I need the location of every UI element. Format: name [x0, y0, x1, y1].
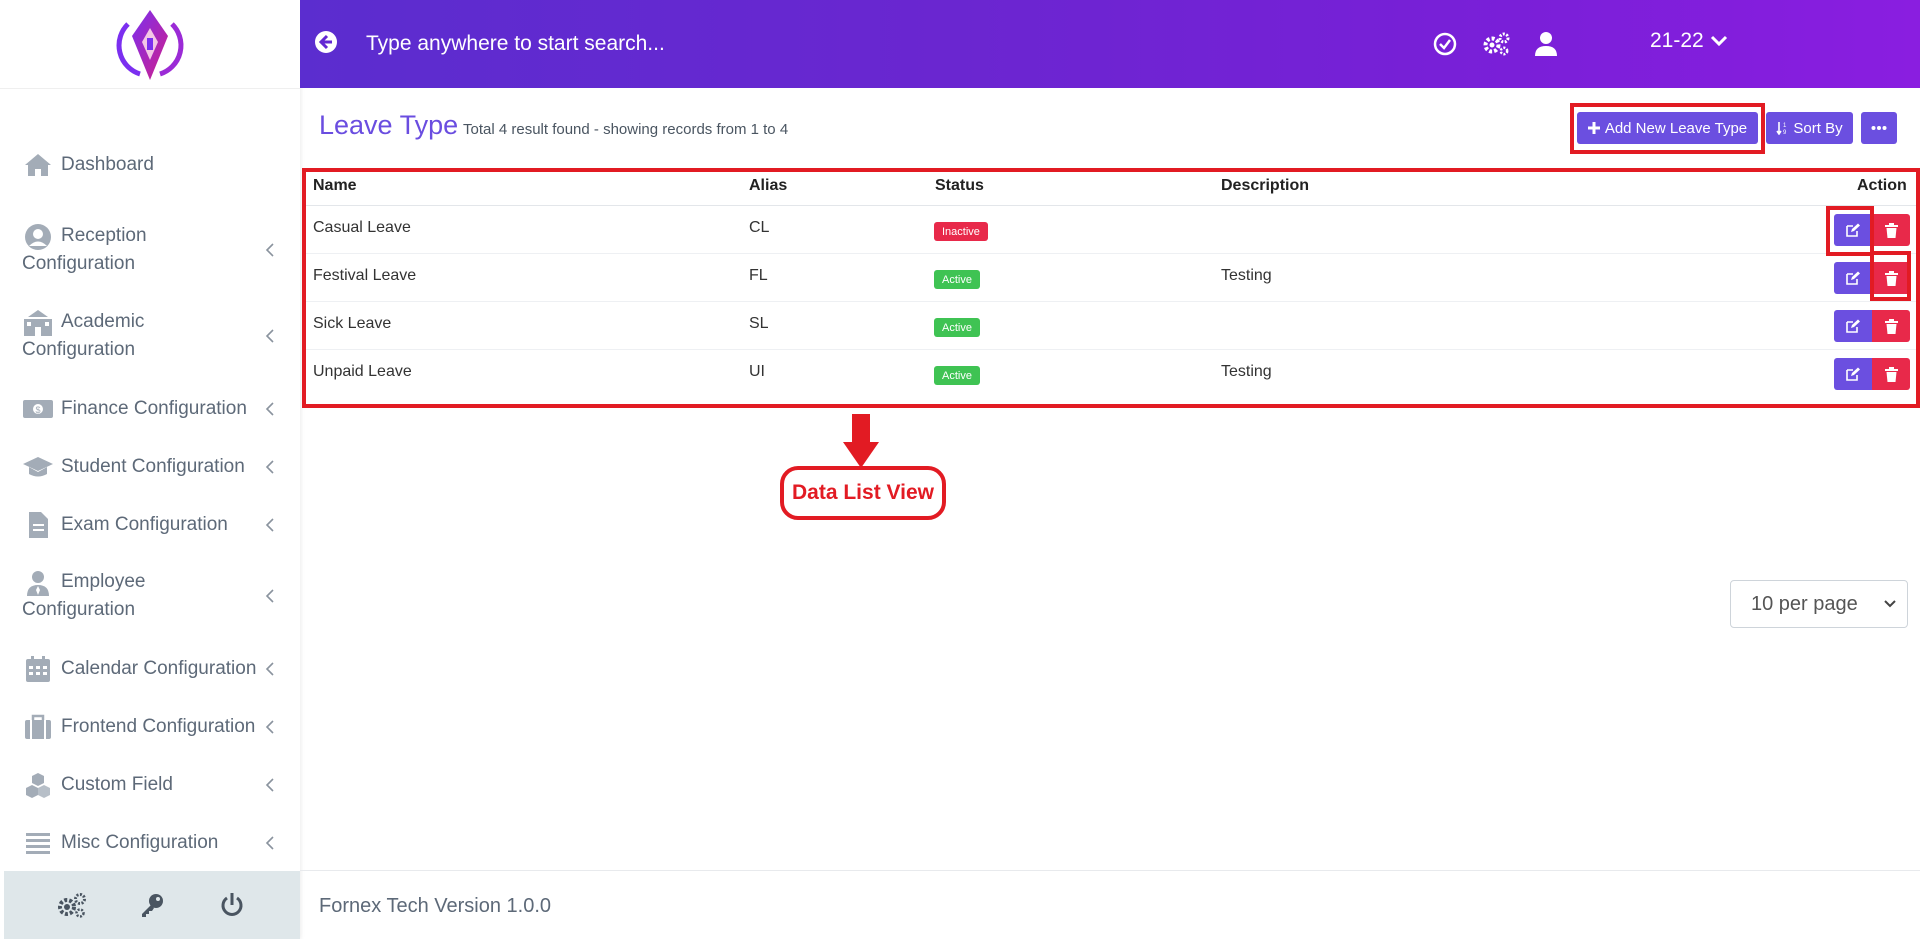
chevron-left-icon	[265, 720, 274, 734]
chevron-left-icon	[265, 778, 274, 792]
sort-icon: 19	[1776, 122, 1787, 135]
footer-version: Fornex Tech Version 1.0.0	[319, 895, 551, 917]
sidebar-footer	[4, 871, 300, 939]
sidebar-item-label: Dashboard	[61, 154, 154, 175]
graduation-cap-icon	[22, 452, 54, 482]
svg-text:$: $	[35, 405, 40, 415]
svg-text:9: 9	[1783, 130, 1787, 135]
sidebar-item-calendar-configuration[interactable]: Calendar Configuration	[0, 654, 300, 684]
annotation-highlight-add-button	[1570, 103, 1765, 154]
file-icon	[22, 510, 54, 540]
sidebar-item-label: Employee Configuration	[22, 571, 146, 620]
sidebar-item-label: Exam Configuration	[61, 514, 228, 535]
logo	[116, 10, 184, 80]
power-icon[interactable]	[214, 887, 250, 923]
cogs-icon[interactable]	[1482, 30, 1510, 58]
session-selector[interactable]: 21-22	[1650, 29, 1728, 53]
footer-divider	[300, 870, 1920, 871]
sidebar-item-employee-configuration[interactable]: Employee Configuration	[0, 568, 300, 624]
sidebar-item-academic-configuration[interactable]: Academic Configuration	[0, 308, 300, 364]
chevron-left-icon	[265, 589, 274, 603]
check-circle-icon[interactable]	[1431, 30, 1459, 58]
cubes-icon	[22, 770, 54, 800]
chevron-left-icon	[265, 460, 274, 474]
chevron-left-icon	[265, 402, 274, 416]
annotation-highlight-table	[302, 168, 1920, 408]
sidebar-item-reception-configuration[interactable]: Reception Configuration	[0, 222, 300, 278]
money-bill-icon: $	[22, 394, 54, 424]
annotation-highlight-delete	[1870, 251, 1911, 301]
list-icon	[22, 828, 54, 858]
chevron-left-icon	[265, 836, 274, 850]
sidebar-item-dashboard[interactable]: Dashboard	[0, 150, 300, 180]
sidebar: Dashboard Reception Configuration Academ…	[0, 0, 300, 939]
sidebar-item-misc-configuration[interactable]: Misc Configuration	[0, 828, 300, 858]
ellipsis-icon	[1871, 126, 1887, 130]
sidebar-item-exam-configuration[interactable]: Exam Configuration	[0, 510, 300, 540]
chevron-down-icon	[1710, 35, 1727, 47]
sort-button-label: Sort By	[1793, 119, 1843, 137]
annotation-label: Data List View	[780, 466, 946, 520]
sidebar-item-frontend-configuration[interactable]: Frontend Configuration	[0, 712, 300, 742]
annotation-highlight-edit	[1826, 206, 1874, 256]
search-input[interactable]	[366, 28, 1066, 60]
session-label: 21-22	[1650, 29, 1704, 52]
sidebar-item-label: Custom Field	[61, 774, 173, 795]
chevron-left-icon	[265, 243, 274, 257]
sidebar-item-finance-configuration[interactable]: $ Finance Configuration	[0, 394, 300, 424]
sidebar-item-label: Frontend Configuration	[61, 716, 256, 737]
back-arrow-icon[interactable]	[314, 30, 338, 54]
svg-text:1: 1	[1783, 123, 1787, 129]
user-icon[interactable]	[1532, 30, 1560, 58]
sidebar-item-custom-field[interactable]: Custom Field	[0, 770, 300, 800]
result-summary: Total 4 result found - showing records f…	[463, 121, 789, 138]
sidebar-item-label: Misc Configuration	[61, 832, 219, 853]
sidebar-item-student-configuration[interactable]: Student Configuration	[0, 452, 300, 482]
calendar-icon	[22, 654, 54, 684]
sidebar-item-label: Finance Configuration	[61, 398, 247, 419]
chevron-left-icon	[265, 329, 274, 343]
arrow-down-icon	[843, 414, 879, 468]
chevron-down-icon	[1884, 600, 1896, 608]
logo-divider	[0, 88, 300, 89]
sidebar-item-label: Student Configuration	[61, 456, 245, 477]
key-icon[interactable]	[134, 887, 170, 923]
sort-by-button[interactable]: 19 Sort By	[1766, 112, 1853, 144]
home-icon	[22, 150, 54, 180]
page-title: Leave Type	[319, 110, 459, 140]
sidebar-item-label: Academic Configuration	[22, 311, 145, 360]
per-page-select[interactable]: 10 per page	[1730, 580, 1908, 628]
per-page-value: 10 per page	[1751, 592, 1858, 615]
sidebar-item-label: Calendar Configuration	[61, 658, 257, 679]
top-header: 21-22	[300, 0, 1920, 88]
chevron-left-icon	[265, 662, 274, 676]
suitcase-icon	[22, 712, 54, 742]
sidebar-item-label: Reception Configuration	[22, 225, 147, 274]
settings-cogs-icon[interactable]	[54, 887, 90, 923]
chevron-left-icon	[265, 518, 274, 532]
more-options-button[interactable]	[1861, 112, 1897, 144]
